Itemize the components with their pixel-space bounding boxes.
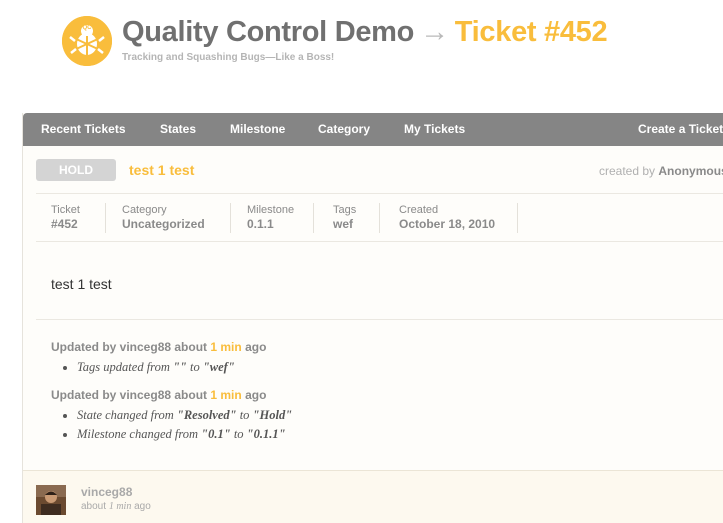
comment-time-prefix: about (81, 501, 107, 512)
divider (36, 241, 723, 242)
change-to-word: to (233, 427, 244, 441)
meta-category: Category Uncategorized (122, 204, 205, 234)
comment-author[interactable]: vinceg88 (81, 485, 132, 499)
meta-value[interactable]: wef (333, 217, 356, 231)
main-nav: Recent Tickets States Milestone Category… (23, 113, 723, 146)
meta-label: Category (122, 204, 167, 216)
logo-text: QC (83, 25, 93, 31)
created-by-prefix: created by (599, 164, 656, 178)
divider (36, 319, 723, 320)
meta-milestone: Milestone 0.1.1 (247, 204, 294, 234)
ticket-description: test 1 test (51, 276, 112, 292)
update-time: 1 min (210, 388, 242, 402)
meta-label: Milestone (247, 204, 295, 216)
divider (517, 203, 518, 233)
divider (105, 203, 106, 233)
change-to: "wef" (202, 360, 235, 374)
update-author: Updated by vinceg88 about (51, 340, 208, 354)
meta-label: Created (399, 204, 439, 216)
ticket-title: test 1 test (129, 162, 195, 178)
comment-time-value: 1 min (108, 501, 132, 512)
nav-category[interactable]: Category (318, 113, 370, 146)
divider (36, 193, 723, 194)
bug-icon: QC (62, 16, 112, 66)
change-list: Tags updated from "" to "wef" (51, 358, 266, 377)
change-text: Tags updated from (77, 360, 170, 374)
change-to: "Hold" (252, 408, 293, 422)
page-title[interactable]: Quality Control Demo → Ticket #452 (122, 16, 608, 49)
logo[interactable]: QC (62, 16, 112, 66)
meta-ticket: Ticket #452 (51, 204, 80, 234)
change-item: Milestone changed from "0.1" to "0.1.1" (77, 425, 292, 444)
change-item: Tags updated from "" to "wef" (77, 358, 266, 377)
ticket-heading: Ticket #452 (454, 16, 608, 48)
arrow-icon: → (420, 16, 449, 48)
meta-value[interactable]: 0.1.1 (247, 217, 294, 231)
divider (379, 203, 380, 233)
change-list: State changed from "Resolved" to "Hold" … (51, 406, 292, 444)
comment-time-suffix: ago (134, 501, 151, 512)
change-text: Milestone changed from (77, 427, 199, 441)
site-header: QC Quality Control Demo → Ticket #452 Trac… (62, 14, 723, 74)
update-header: Updated by vinceg88 about 1 min ago (51, 340, 266, 354)
meta-value[interactable]: Uncategorized (122, 217, 205, 231)
change-to: "0.1.1" (246, 427, 286, 441)
comment-area: vinceg88 about 1 min ago (23, 470, 723, 523)
update-suffix: ago (245, 388, 267, 402)
update-entry: Updated by vinceg88 about 1 min ago Stat… (51, 388, 292, 444)
nav-my-tickets[interactable]: My Tickets (404, 113, 465, 146)
avatar[interactable] (36, 485, 66, 515)
update-author: Updated by vinceg88 about (51, 388, 208, 402)
meta-created: Created October 18, 2010 (399, 204, 495, 234)
change-text: State changed from (77, 408, 174, 422)
divider (313, 203, 314, 233)
nav-create-ticket[interactable]: Create a Ticket (638, 113, 723, 146)
user-avatar-icon (36, 485, 66, 515)
nav-recent-tickets[interactable]: Recent Tickets (41, 113, 126, 146)
created-by: created by Anonymous (599, 164, 723, 178)
app-name: Quality Control Demo (122, 16, 415, 48)
comment-time: about 1 min ago (81, 501, 151, 512)
meta-label: Ticket (51, 204, 80, 216)
change-to-word: to (189, 360, 200, 374)
meta-value: October 18, 2010 (399, 217, 496, 231)
update-suffix: ago (245, 340, 267, 354)
divider (230, 203, 231, 233)
meta-label: Tags (333, 204, 357, 216)
change-from: "0.1" (201, 427, 231, 441)
nav-milestone[interactable]: Milestone (230, 113, 285, 146)
status-badge: HOLD (36, 159, 116, 181)
update-entry: Updated by vinceg88 about 1 min ago Tags… (51, 340, 266, 377)
change-from: "" (172, 360, 187, 374)
created-by-user[interactable]: Anonymous (658, 164, 723, 178)
change-from: "Resolved" (176, 408, 237, 422)
meta-value: #452 (51, 217, 78, 231)
meta-tags: Tags wef (333, 204, 356, 234)
nav-states[interactable]: States (160, 113, 196, 146)
change-to-word: to (239, 408, 250, 422)
tagline: Tracking and Squashing Bugs—Like a Boss! (122, 52, 335, 63)
ticket-panel: Recent Tickets States Milestone Category… (22, 113, 723, 523)
change-item: State changed from "Resolved" to "Hold" (77, 406, 292, 425)
update-time: 1 min (210, 340, 242, 354)
update-header: Updated by vinceg88 about 1 min ago (51, 388, 292, 402)
